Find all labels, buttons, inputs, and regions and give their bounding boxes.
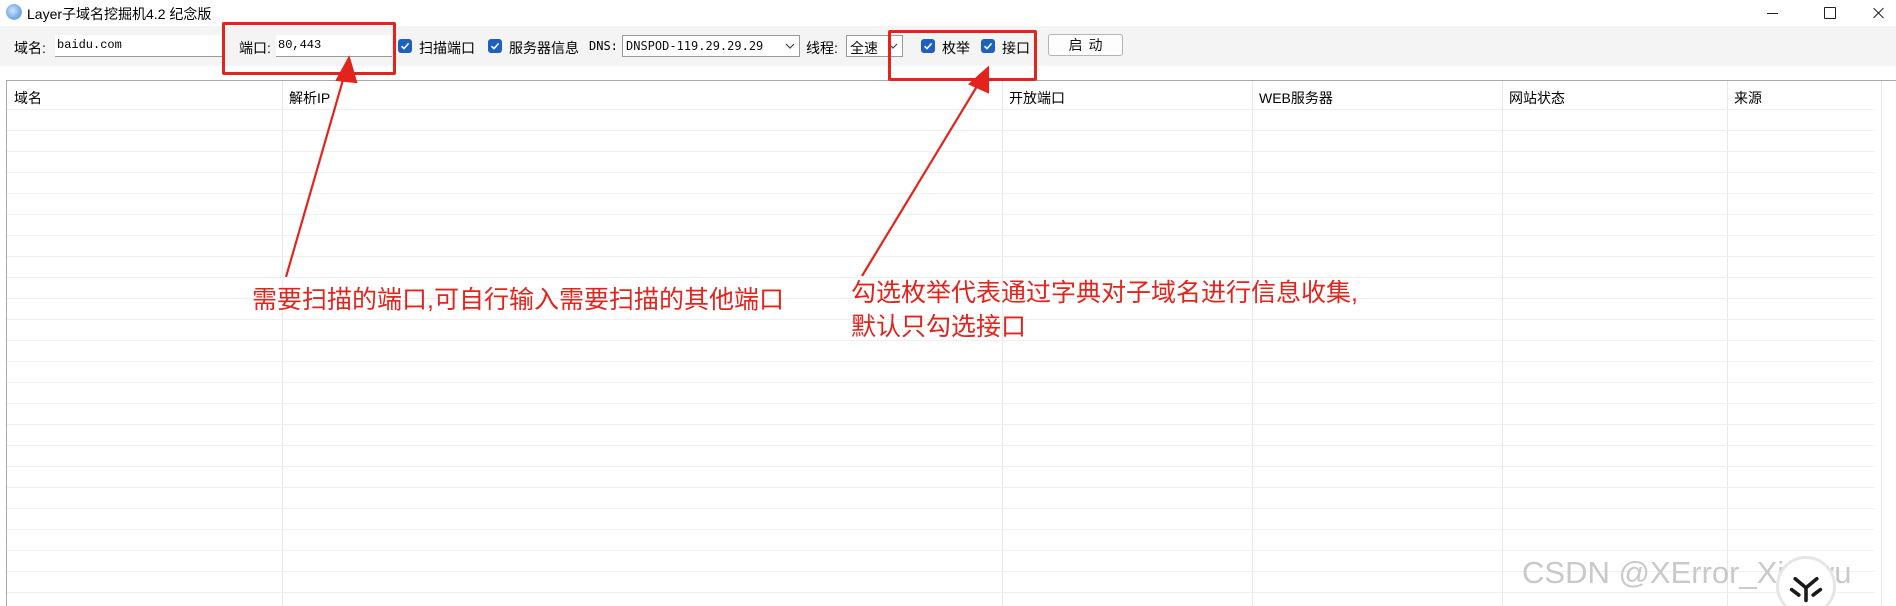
column-divider bbox=[1252, 81, 1253, 606]
maximize-button[interactable] bbox=[1804, 0, 1856, 26]
enum-highlight-box bbox=[888, 30, 1037, 81]
watermark-logo-icon bbox=[1776, 556, 1836, 606]
column-divider bbox=[1727, 81, 1728, 606]
table-header: 域名 解析IP 开放端口 WEB服务器 网站状态 来源 bbox=[7, 81, 1896, 109]
column-header-domain[interactable]: 域名 bbox=[14, 88, 42, 108]
enum-annotation-line2: 默认只勾选接口 bbox=[851, 313, 1027, 341]
row-divider bbox=[7, 130, 1875, 131]
minimize-icon bbox=[1766, 12, 1778, 14]
chevron-down-icon bbox=[785, 43, 795, 49]
vertical-scrollbar[interactable] bbox=[1881, 81, 1896, 606]
server-info-label: 服务器信息 bbox=[509, 40, 579, 56]
start-button[interactable]: 启动 bbox=[1048, 34, 1123, 56]
row-divider bbox=[7, 151, 1875, 152]
column-divider bbox=[282, 81, 283, 606]
threads-select-value: 全速 bbox=[850, 40, 878, 56]
row-divider bbox=[7, 361, 1875, 362]
enum-annotation-line1: 勾选枚举代表通过字典对子域名进行信息收集, bbox=[851, 279, 1358, 307]
maximize-icon bbox=[1824, 7, 1836, 19]
minimize-button[interactable] bbox=[1746, 0, 1798, 26]
checkmark-icon bbox=[490, 42, 500, 50]
column-header-ip[interactable]: 解析IP bbox=[289, 88, 330, 108]
domain-input[interactable]: baidu.com bbox=[55, 35, 225, 57]
port-highlight-box bbox=[222, 22, 396, 75]
tripod-icon bbox=[1789, 577, 1823, 603]
row-divider bbox=[7, 529, 1875, 530]
scan-ports-label: 扫描端口 bbox=[419, 40, 475, 56]
column-header-site-status[interactable]: 网站状态 bbox=[1509, 88, 1565, 108]
row-divider bbox=[7, 193, 1875, 194]
domain-label: 域名: bbox=[14, 40, 46, 56]
row-divider bbox=[7, 382, 1875, 383]
close-icon bbox=[1873, 7, 1885, 19]
column-header-web-server[interactable]: WEB服务器 bbox=[1259, 88, 1333, 108]
row-divider bbox=[7, 403, 1875, 404]
column-header-open-ports[interactable]: 开放端口 bbox=[1009, 88, 1065, 108]
row-divider bbox=[7, 508, 1875, 509]
column-header-source[interactable]: 来源 bbox=[1734, 88, 1762, 108]
threads-label: 线程: bbox=[806, 40, 838, 56]
dns-select-value: DNSPOD-119.29.29.29 bbox=[626, 39, 764, 53]
row-divider bbox=[7, 235, 1875, 236]
row-divider bbox=[7, 466, 1875, 467]
window-title: Layer子域名挖掘机4.2 纪念版 bbox=[27, 6, 212, 22]
row-divider bbox=[7, 550, 1875, 551]
row-divider bbox=[7, 256, 1875, 257]
scan-ports-checkbox[interactable] bbox=[398, 39, 412, 53]
app-window: Layer子域名挖掘机4.2 纪念版 域名: baidu.com 端口: 80,… bbox=[0, 0, 1896, 606]
checkmark-icon bbox=[400, 42, 410, 50]
row-divider bbox=[7, 214, 1875, 215]
column-divider bbox=[1502, 81, 1503, 606]
port-annotation: 需要扫描的端口,可自行输入需要扫描的其他端口 bbox=[252, 286, 784, 314]
dns-label: DNS: bbox=[589, 39, 618, 53]
server-info-checkbox[interactable] bbox=[488, 39, 502, 53]
row-divider bbox=[7, 445, 1875, 446]
row-divider bbox=[7, 487, 1875, 488]
row-divider bbox=[7, 592, 1875, 593]
row-divider bbox=[7, 172, 1875, 173]
row-divider bbox=[7, 424, 1875, 425]
row-divider bbox=[7, 109, 1875, 110]
app-logo-icon bbox=[6, 4, 22, 20]
dns-select[interactable]: DNSPOD-119.29.29.29 bbox=[622, 35, 800, 57]
close-button[interactable] bbox=[1862, 0, 1896, 26]
